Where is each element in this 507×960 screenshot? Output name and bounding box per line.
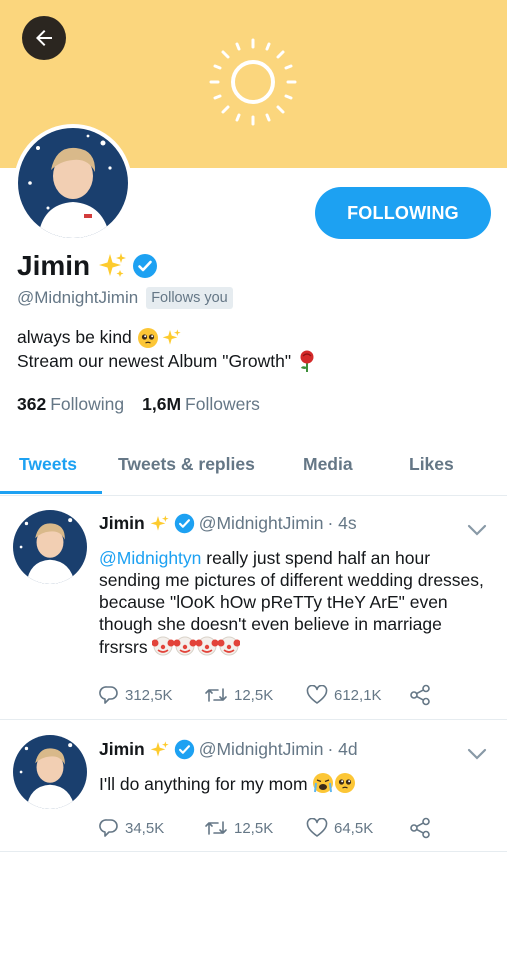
tweet-mention[interactable]: @Midnightyn [99, 548, 201, 568]
heart-icon [306, 685, 328, 704]
avatar-photo [18, 128, 128, 238]
tweet-actions: 312,5K 12,5K 612,1K [99, 684, 437, 706]
avatar-photo [13, 510, 87, 584]
tweet-author-name: Jimin [99, 513, 145, 533]
share-icon [410, 817, 430, 839]
reply-button[interactable]: 34,5K [99, 818, 204, 838]
retweet-count: 12,5K [234, 686, 274, 704]
sparkles-emoji [150, 740, 169, 757]
profile-handle-row: @MidnightJimin Follows you [17, 287, 233, 309]
tab-likes[interactable]: Likes [409, 454, 454, 475]
verified-badge-icon [174, 513, 194, 534]
tab-tweets[interactable]: Tweets [19, 454, 77, 475]
share-button[interactable] [409, 817, 437, 839]
tweet-handle: @MidnightJimin [198, 739, 324, 759]
tweet[interactable]: Jimin @MidnightJimin · 4s @Midnightyn re… [0, 497, 507, 720]
tweet-avatar[interactable] [13, 510, 87, 584]
like-count: 612,1K [334, 686, 382, 704]
tweet-time: · 4d [327, 739, 358, 759]
tweet-text: @Midnightyn really just spend half an ho… [99, 547, 494, 658]
followers-label: Followers [185, 394, 260, 414]
tab-media[interactable]: Media [303, 454, 353, 475]
following-stat[interactable]: 362 Following [17, 394, 124, 415]
follows-you-badge: Follows you [146, 287, 233, 309]
reply-count: 312,5K [125, 686, 173, 704]
like-button[interactable]: 612,1K [306, 685, 409, 705]
retweet-icon [205, 688, 227, 702]
retweet-icon [205, 821, 227, 835]
like-count: 64,5K [334, 819, 374, 837]
following-button[interactable]: FOLLOWING [315, 187, 491, 239]
tweet-time: · 4s [327, 513, 357, 533]
tweet-header: Jimin @MidnightJimin · 4d [99, 739, 358, 760]
profile-handle: @MidnightJimin [17, 288, 139, 307]
following-count: 362 [17, 394, 47, 414]
retweet-count: 12,5K [234, 819, 274, 837]
tweet-text: I'll do anything for my mom [99, 772, 494, 795]
profile-name: Jimin [17, 250, 91, 281]
sparkles-emoji [99, 253, 127, 277]
verified-badge-icon [174, 739, 194, 760]
share-icon [410, 684, 430, 706]
profile-bio: always be kind Stream our newest Album "… [17, 326, 317, 373]
tweet-avatar[interactable] [13, 735, 87, 809]
followers-count: 1,6M [142, 394, 182, 414]
like-button[interactable]: 64,5K [306, 818, 409, 838]
tweet-body: I'll do anything for my mom [99, 774, 308, 794]
following-label: Following [50, 394, 125, 414]
retweet-button[interactable]: 12,5K [204, 685, 306, 705]
profile-name-row: Jimin [17, 250, 158, 282]
arrow-left-icon [36, 30, 52, 46]
tweet-handle: @MidnightJimin [198, 513, 324, 533]
tweet-header: Jimin @MidnightJimin · 4s [99, 513, 357, 534]
back-button[interactable] [22, 16, 66, 60]
bio-line-1: always be kind [17, 327, 132, 347]
rose-emoji [300, 350, 314, 372]
tweet-actions: 34,5K 12,5K 64,5K [99, 817, 437, 839]
sparkles-emoji [150, 514, 169, 531]
chevron-down-icon[interactable] [467, 523, 487, 537]
profile-stats: 362 Following 1,6M Followers [17, 394, 278, 415]
chevron-down-icon[interactable] [467, 747, 487, 761]
profile-avatar[interactable] [14, 124, 132, 242]
crying-face-emoji [313, 773, 356, 793]
retweet-button[interactable]: 12,5K [204, 818, 306, 838]
reply-icon [99, 819, 118, 837]
tab-tweets-replies[interactable]: Tweets & replies [118, 454, 255, 475]
profile-tabs: Tweets Tweets & replies Media Likes [0, 436, 507, 496]
share-button[interactable] [409, 684, 437, 706]
sun-icon [209, 38, 297, 126]
reply-icon [99, 686, 118, 704]
active-tab-indicator [0, 491, 102, 494]
followers-stat[interactable]: 1,6M Followers [142, 394, 260, 415]
sparkles-emoji [162, 328, 181, 345]
verified-badge-icon [133, 254, 158, 278]
heart-icon [306, 818, 328, 837]
clown-face-emoji [152, 636, 241, 656]
avatar-photo [13, 735, 87, 809]
reply-count: 34,5K [125, 819, 165, 837]
reply-button[interactable]: 312,5K [99, 685, 204, 705]
tweet[interactable]: Jimin @MidnightJimin · 4d I'll do anythi… [0, 720, 507, 852]
tweet-author-name: Jimin [99, 739, 145, 759]
bio-line-2: Stream our newest Album "Growth" [17, 350, 292, 371]
pleading-face-emoji [137, 327, 158, 348]
